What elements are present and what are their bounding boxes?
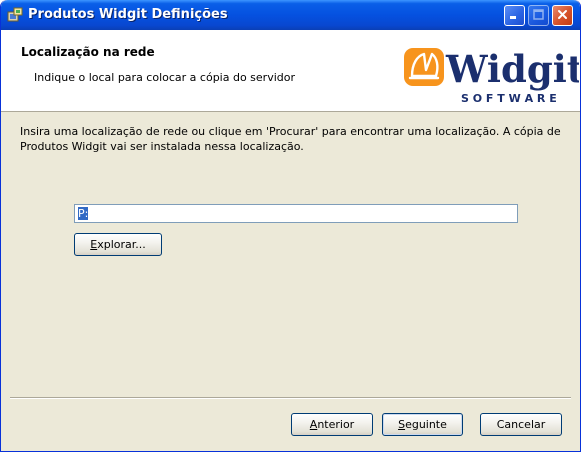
logo-mark-icon [404, 48, 444, 86]
page-title: Localização na rede [21, 45, 155, 59]
browse-button[interactable]: Explorar... [74, 233, 162, 256]
close-button[interactable] [552, 5, 573, 26]
window-title: Produtos Widgit Definições [28, 7, 228, 22]
minimize-button[interactable] [504, 5, 525, 26]
installer-icon [7, 7, 23, 23]
cancel-button[interactable]: Cancelar [480, 413, 562, 436]
network-path-input[interactable]: P: [74, 204, 518, 223]
logo-tagline: S O F T W A R E [461, 92, 557, 105]
maximize-icon [533, 8, 544, 23]
widgit-logo: Widgit S O F T W A R E [399, 40, 580, 106]
wizard-header: Localização na rede Indique o local para… [1, 30, 580, 112]
maximize-button[interactable] [528, 5, 549, 26]
title-bar[interactable]: Produtos Widgit Definições [1, 0, 580, 30]
path-value: P: [78, 207, 89, 220]
page-subtitle: Indique o local para colocar a cópia do … [34, 71, 296, 84]
logo-wordmark: Widgit [445, 47, 579, 91]
next-button[interactable]: Seguinte [382, 413, 463, 436]
close-icon [557, 9, 568, 23]
minimize-icon [509, 9, 520, 23]
footer-divider [10, 397, 571, 399]
instructions-text: Insira uma localização de rede ou clique… [20, 125, 561, 153]
installer-window: Produtos Widgit Definições Localização n… [0, 0, 581, 452]
back-button[interactable]: Anterior [291, 413, 373, 436]
